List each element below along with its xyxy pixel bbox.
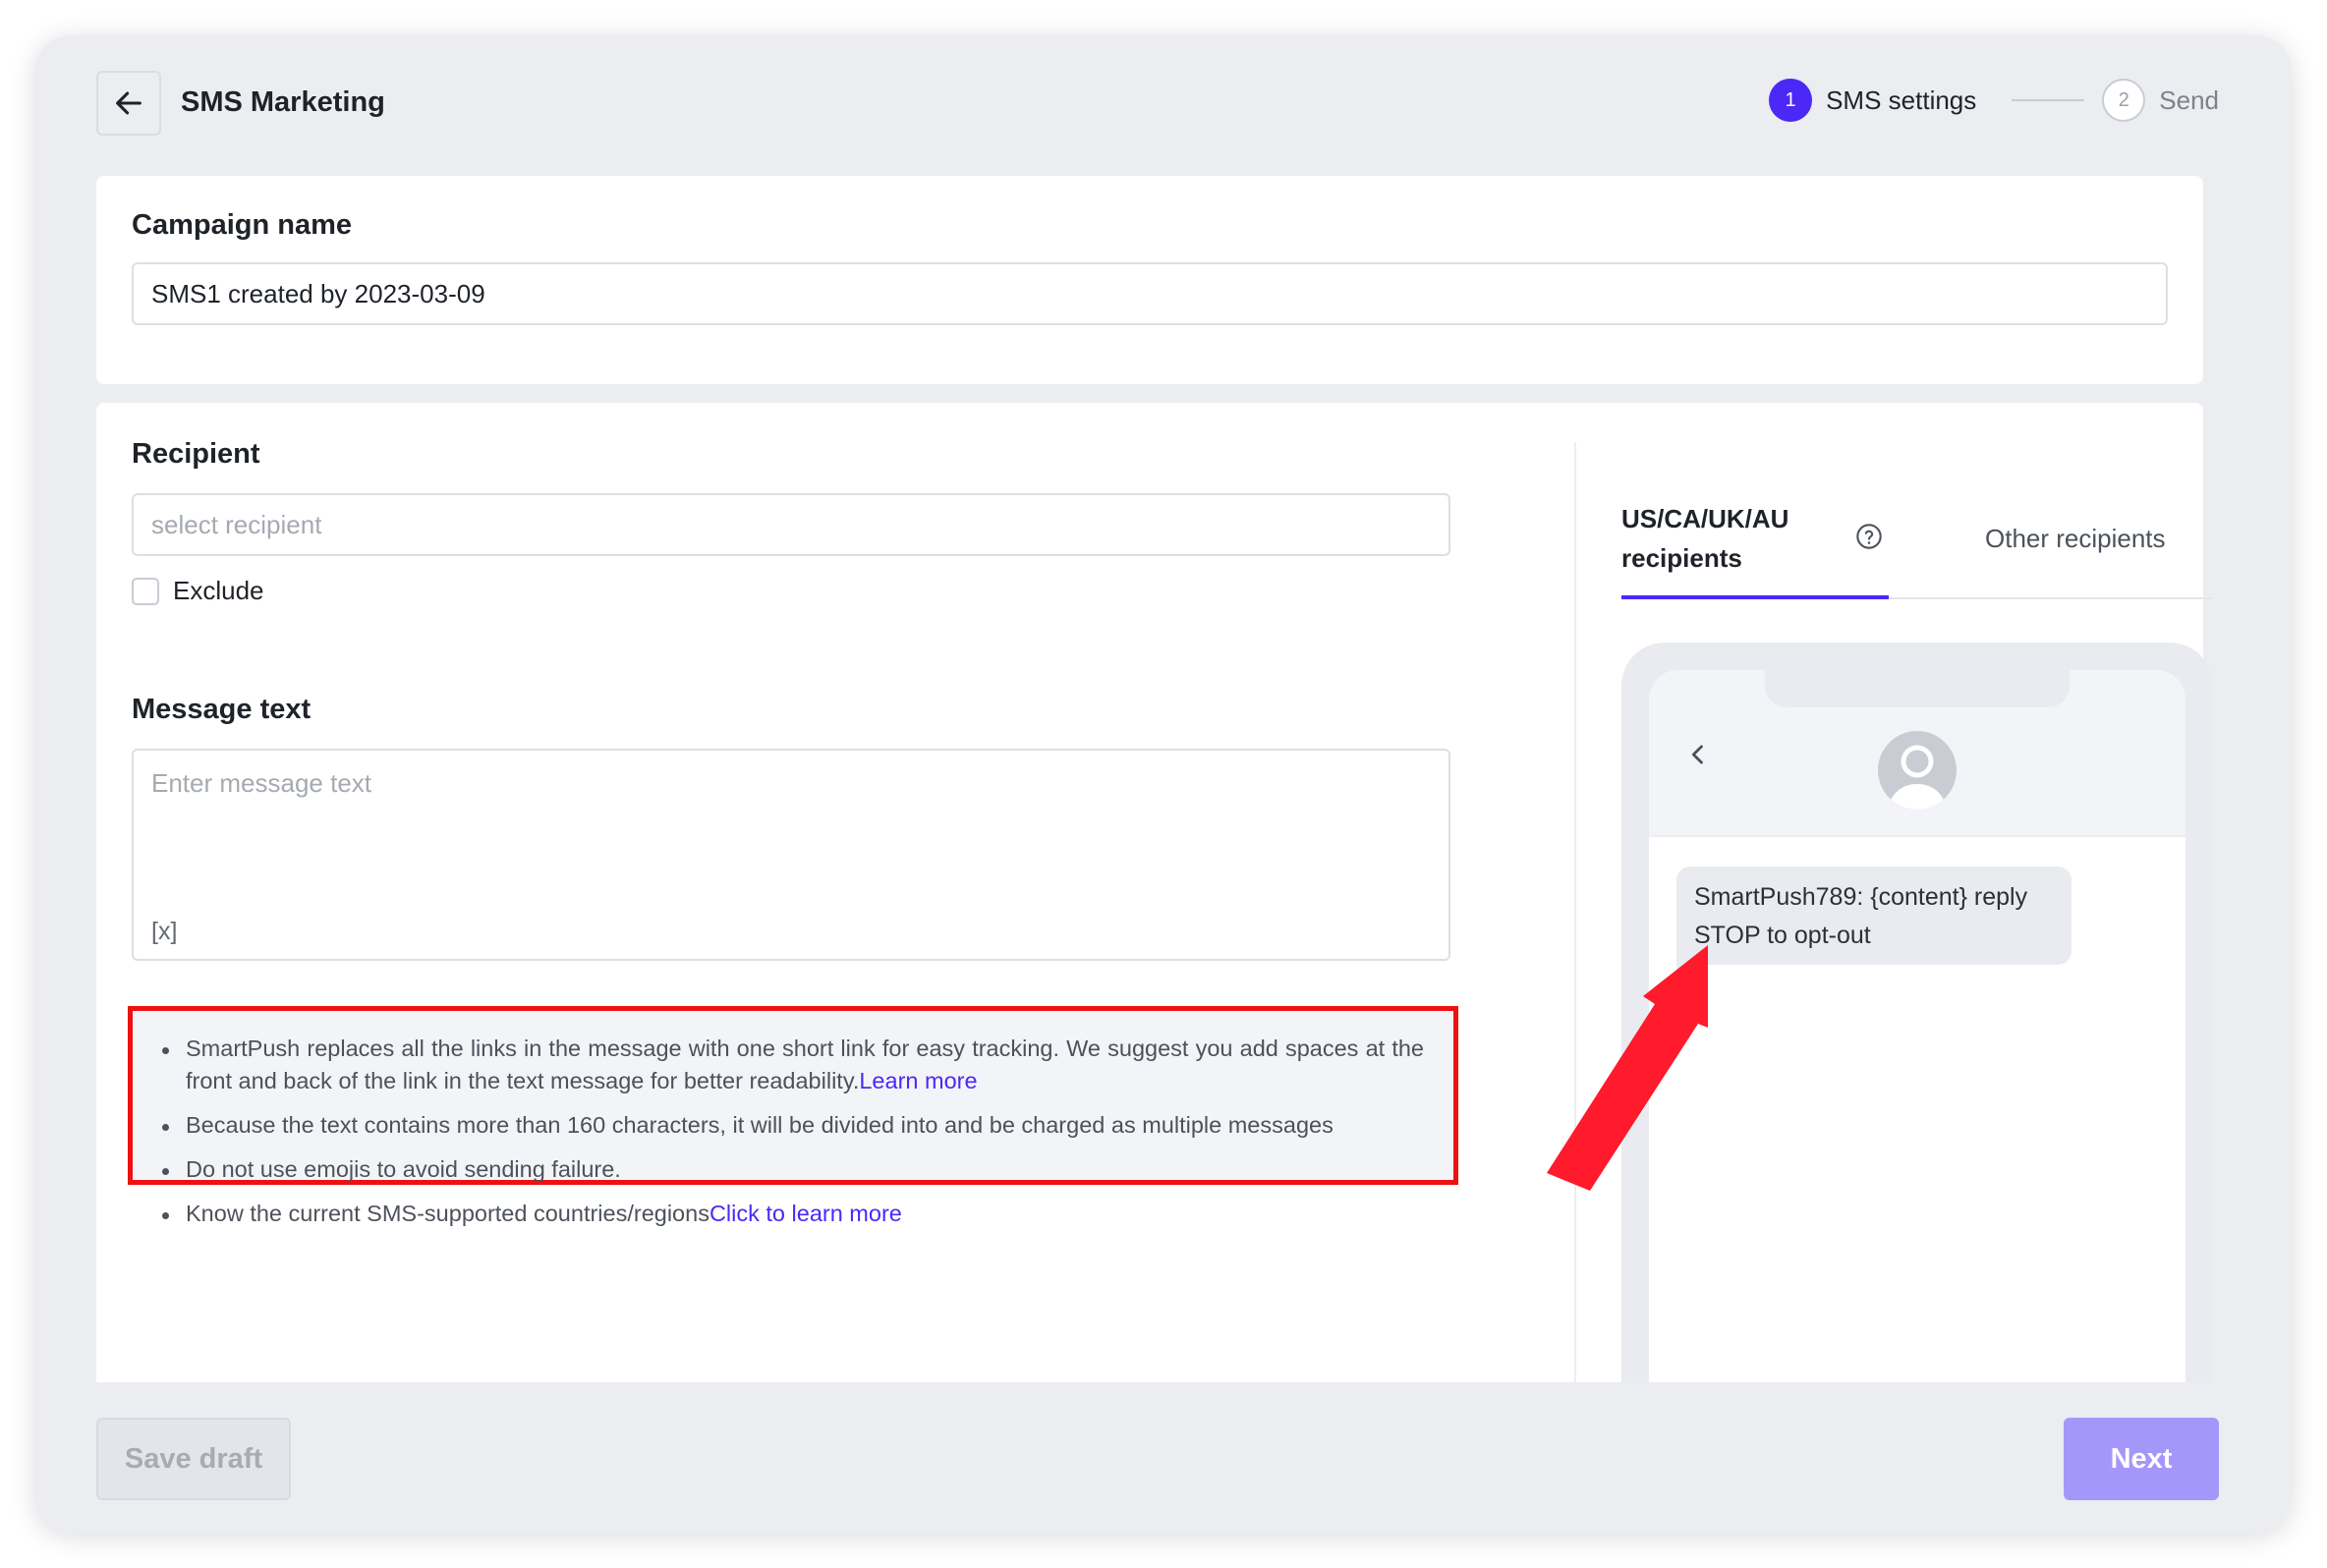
save-draft-button[interactable]: Save draft <box>96 1418 291 1500</box>
phone-notch <box>1765 670 2070 707</box>
tab-other-recipients[interactable]: Other recipients <box>1985 519 2166 558</box>
message-textarea[interactable]: Enter message text [x] <box>132 749 1450 961</box>
message-placeholder: Enter message text <box>151 768 371 798</box>
sms-settings-card: Recipient select recipient Exclude Messa… <box>96 403 2213 1533</box>
phone-header <box>1649 670 2185 837</box>
question-circle-icon[interactable] <box>1855 523 1883 555</box>
page-title: SMS Marketing <box>181 86 385 118</box>
step-2-label: Send <box>2159 84 2219 115</box>
active-tab-indicator <box>1621 595 1889 599</box>
tab-us-ca-uk-au-recipients[interactable]: US/CA/UK/AU recipients <box>1621 499 1818 578</box>
campaign-name-label: Campaign name <box>132 209 352 241</box>
footer-bar: Save draft Next <box>35 1382 2292 1533</box>
note-item: Do not use emojis to avoid sending failu… <box>162 1153 1424 1186</box>
next-button[interactable]: Next <box>2064 1418 2219 1500</box>
recipient-label: Recipient <box>132 438 260 470</box>
exclude-checkbox[interactable] <box>132 578 159 605</box>
step-1-label: SMS settings <box>1826 84 1977 115</box>
step-1-number: 1 <box>1769 79 1813 122</box>
click-to-learn-more-link[interactable]: Click to learn more <box>709 1201 902 1226</box>
note-item: SmartPush replaces all the links in the … <box>162 1033 1424 1097</box>
bubble-tail <box>1676 951 1698 975</box>
insert-variable-button[interactable]: [x] <box>151 918 177 946</box>
note-text: Because the text contains more than 160 … <box>186 1112 1334 1138</box>
exclude-label: Exclude <box>173 576 264 605</box>
message-text-label: Message text <box>132 694 312 725</box>
note-text: Do not use emojis to avoid sending failu… <box>186 1156 621 1182</box>
stepper: 1 SMS settings 2 Send <box>1769 79 2219 122</box>
app-window: SMS Marketing 1 SMS settings 2 Send Camp… <box>35 35 2292 1533</box>
panel-divider <box>1574 442 1576 1503</box>
note-item: Know the current SMS-supported countries… <box>162 1198 1424 1230</box>
step-connector <box>2012 99 2085 101</box>
chevron-left-icon <box>1691 745 1703 764</box>
recipient-select[interactable]: select recipient <box>132 493 1450 556</box>
note-text: Know the current SMS-supported countries… <box>186 1201 709 1226</box>
user-avatar-icon <box>1878 731 1957 810</box>
sms-preview-bubble: SmartPush789: {content} reply STOP to op… <box>1676 867 2072 965</box>
note-text: SmartPush replaces all the links in the … <box>186 1036 1424 1093</box>
campaign-name-card: Campaign name SMS1 created by 2023-03-09 <box>96 176 2203 384</box>
learn-more-link[interactable]: Learn more <box>859 1068 977 1093</box>
note-item: Because the text contains more than 160 … <box>162 1109 1424 1142</box>
sms-notes-box: SmartPush replaces all the links in the … <box>128 1006 1458 1226</box>
arrow-left-icon <box>116 91 142 115</box>
campaign-name-input[interactable]: SMS1 created by 2023-03-09 <box>132 262 2168 325</box>
back-button[interactable] <box>96 71 161 136</box>
step-2-number: 2 <box>2102 79 2146 122</box>
